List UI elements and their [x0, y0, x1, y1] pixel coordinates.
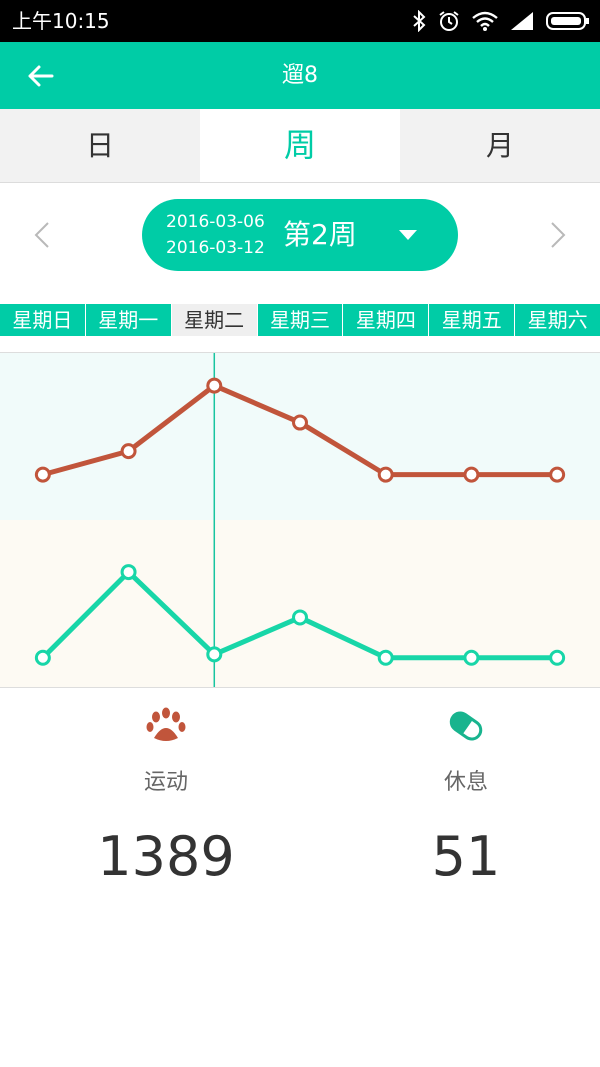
wifi-icon: [472, 11, 498, 31]
tab-day[interactable]: 日: [0, 109, 200, 182]
rest-label: 休息: [443, 770, 488, 795]
chart-band-rest: [0, 520, 600, 687]
status-time: 上午10:15: [12, 9, 110, 33]
chart-point-1-0: [34, 649, 51, 666]
status-icons: [412, 8, 590, 34]
week-date-range: 2016-03-06 2016-03-12: [166, 209, 265, 261]
week-end-date: 2016-03-12: [166, 238, 265, 258]
weekly-chart[interactable]: [0, 352, 600, 688]
chart-point-0-2: [206, 377, 223, 394]
chart-point-1-2: [206, 646, 223, 663]
day-sunday[interactable]: 星期日: [0, 304, 86, 336]
chevron-left-icon[interactable]: [30, 220, 54, 250]
chart-point-0-6: [549, 466, 566, 483]
status-bar: 上午10:15: [0, 0, 600, 42]
chart-point-1-1: [120, 564, 137, 581]
chart-point-0-0: [34, 466, 51, 483]
rest-stat: 休息 51: [316, 700, 600, 890]
activity-value: 1389: [97, 825, 235, 888]
tab-week[interactable]: 周: [200, 109, 400, 182]
week-picker-button[interactable]: 2016-03-06 2016-03-12 第2周: [142, 199, 458, 271]
whistle-icon: [449, 711, 483, 741]
chart-point-1-4: [377, 649, 394, 666]
activity-label: 运动: [143, 770, 188, 795]
day-monday[interactable]: 星期一: [85, 304, 172, 336]
week-selector: 2016-03-06 2016-03-12 第2周: [0, 184, 600, 294]
app-bar: 遛8: [0, 42, 600, 109]
chart-point-0-5: [463, 466, 480, 483]
caret-down-icon: [399, 230, 417, 240]
chart-point-1-6: [549, 649, 566, 666]
page-title: 遛8: [282, 63, 318, 88]
chart-point-0-4: [377, 466, 394, 483]
week-start-date: 2016-03-06: [166, 212, 265, 232]
chart-point-0-1: [120, 443, 137, 460]
day-friday[interactable]: 星期五: [429, 304, 516, 336]
bluetooth-icon: [413, 10, 426, 32]
chevron-right-icon[interactable]: [546, 220, 570, 250]
chart-canvas: [0, 352, 600, 688]
battery-icon: [546, 12, 589, 30]
week-label: 第2周: [283, 218, 357, 251]
paw-icon: [146, 707, 186, 741]
day-wednesday[interactable]: 星期三: [257, 304, 344, 336]
day-tuesday[interactable]: 星期二: [171, 304, 258, 336]
chart-band-activity: [0, 353, 600, 520]
chart-point-1-5: [463, 649, 480, 666]
day-selector: 星期日 星期一 星期二 星期三 星期四 星期五 星期六: [0, 304, 600, 336]
rest-value: 51: [431, 825, 501, 888]
period-tabs: 日 周 月: [0, 109, 600, 183]
day-saturday[interactable]: 星期六: [515, 304, 600, 336]
alarm-icon: [439, 11, 459, 31]
day-thursday[interactable]: 星期四: [343, 304, 430, 336]
chart-point-0-3: [292, 414, 308, 431]
signal-icon: [511, 12, 533, 30]
tab-month[interactable]: 月: [400, 109, 600, 182]
activity-stat: 运动 1389: [16, 700, 316, 890]
chart-point-1-3: [292, 609, 308, 626]
